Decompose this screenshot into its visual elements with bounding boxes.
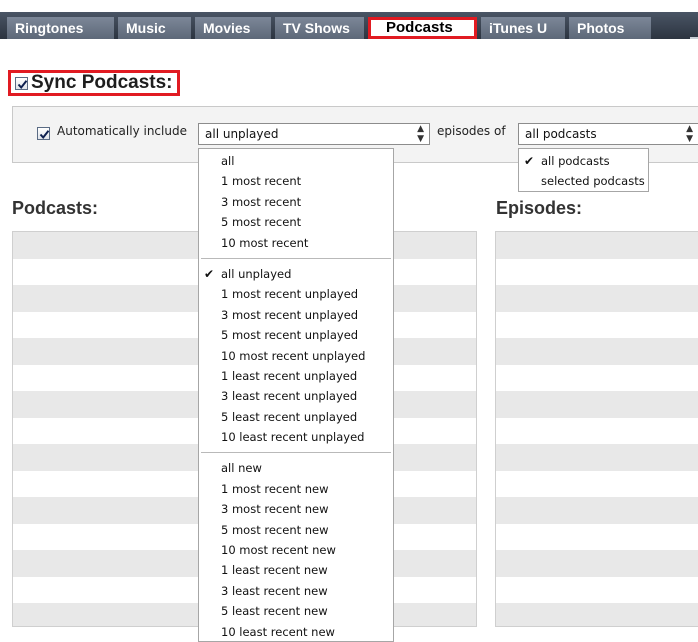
menu-item-3-least-recent-unplayed[interactable]: 3 least recent unplayed [199, 386, 393, 406]
menu-item-5-most-recent-unplayed[interactable]: 5 most recent unplayed [199, 325, 393, 345]
menu-item-1-least-recent-new[interactable]: 1 least recent new [199, 560, 393, 580]
menu-item-label: 1 least recent new [221, 563, 328, 578]
checkmark-icon: ✔ [524, 154, 535, 168]
menu-item-label: all [221, 154, 235, 168]
menu-item-label: 5 most recent new [221, 522, 329, 537]
list-row[interactable] [496, 470, 698, 497]
episodes-of-label: episodes of [437, 124, 506, 138]
list-row[interactable] [496, 417, 698, 444]
include-select[interactable]: all unplayed ▲ ▼ [198, 123, 430, 145]
tab-podcasts[interactable]: Podcasts [368, 17, 477, 39]
menu-item-10-least-recent-new[interactable]: 10 least recent new [199, 622, 393, 642]
menu-item-label: 1 most recent [221, 174, 302, 189]
menu-item-10-most-recent-unplayed[interactable]: 10 most recent unplayed [199, 346, 393, 366]
list-row[interactable] [496, 523, 698, 550]
menu-item-label: 1 most recent new [221, 481, 329, 496]
menu-item-label: 10 most recent new [221, 543, 336, 558]
menu-item-selected-podcasts[interactable]: selected podcasts [519, 171, 648, 191]
menu-item-label: 3 most recent new [221, 502, 329, 517]
list-row[interactable] [496, 550, 698, 577]
tab-movies[interactable]: Movies [195, 17, 271, 39]
menu-item-label: 3 most recent [221, 194, 302, 209]
menu-item-all-podcasts[interactable]: ✔ all podcasts [519, 151, 648, 171]
tab-music[interactable]: Music [118, 17, 191, 39]
tab-photos[interactable]: Photos [569, 17, 651, 39]
auto-include-label: Automatically include [57, 124, 187, 138]
menu-item-3-most-recent-unplayed[interactable]: 3 most recent unplayed [199, 305, 393, 325]
menu-item-3-most-recent[interactable]: 3 most recent [199, 192, 393, 212]
list-row[interactable] [496, 364, 698, 391]
menu-item-label: all new [221, 461, 262, 476]
list-row[interactable] [496, 497, 698, 524]
list-row[interactable] [496, 285, 698, 312]
tab-ringtones[interactable]: Ringtones [7, 17, 114, 39]
menu-item-label: 10 least recent unplayed [221, 430, 365, 445]
menu-item-label: all podcasts [541, 154, 610, 168]
menu-item-all[interactable]: all [199, 151, 393, 171]
checkmark-icon [39, 130, 50, 140]
tab-itunes-u[interactable]: iTunes U [481, 17, 565, 39]
menu-item-label: 5 most recent [221, 215, 302, 230]
menu-item-3-most-recent-new[interactable]: 3 most recent new [199, 499, 393, 519]
include-select-value: all unplayed [205, 127, 279, 141]
sync-podcasts-checkbox[interactable] [15, 76, 28, 90]
list-row[interactable] [496, 444, 698, 471]
podcasts-select[interactable]: all podcasts ▲ ▼ [518, 123, 698, 145]
include-dropdown-menu[interactable]: all 1 most recent 3 most recent 5 most rece… [198, 148, 394, 642]
menu-item-all-unplayed[interactable]: ✔ all unplayed [199, 264, 393, 284]
menu-item-3-least-recent-new[interactable]: 3 least recent new [199, 581, 393, 601]
tab-bar-end [690, 37, 698, 39]
menu-item-label: 1 most recent unplayed [221, 287, 359, 302]
menu-item-label: selected podcasts [541, 174, 645, 189]
sync-podcasts-label: Sync Podcasts: [31, 72, 173, 93]
menu-item-10-most-recent[interactable]: 10 most recent [199, 233, 393, 253]
list-row[interactable] [496, 232, 698, 259]
menu-item-label: 5 least recent new [221, 604, 328, 619]
menu-item-5-least-recent-new[interactable]: 5 least recent new [199, 601, 393, 621]
menu-item-10-least-recent-unplayed[interactable]: 10 least recent unplayed [199, 427, 393, 447]
list-row[interactable] [496, 391, 698, 418]
menu-item-5-most-recent[interactable]: 5 most recent [199, 212, 393, 232]
menu-item-10-most-recent-new[interactable]: 10 most recent new [199, 540, 393, 560]
tab-bar: Ringtones Music Movies TV Shows Podcasts… [0, 12, 698, 39]
menu-item-label: 3 most recent unplayed [221, 307, 359, 322]
podcasts-select-value: all podcasts [525, 127, 597, 141]
menu-item-5-most-recent-new[interactable]: 5 most recent new [199, 520, 393, 540]
menu-item-label: 10 most recent [221, 235, 309, 250]
menu-separator [201, 257, 391, 259]
menu-separator [201, 452, 391, 454]
list-row[interactable] [496, 258, 698, 285]
menu-item-1-most-recent[interactable]: 1 most recent [199, 171, 393, 191]
updown-arrows-icon: ▲ ▼ [686, 124, 693, 144]
auto-include-checkbox[interactable] [37, 127, 50, 140]
updown-arrows-icon: ▲ ▼ [417, 124, 424, 144]
menu-item-label: 5 least recent unplayed [221, 409, 358, 424]
podcasts-dropdown-menu[interactable]: ✔ all podcasts selected podcasts [518, 148, 649, 192]
podcasts-title: Podcasts: [12, 198, 99, 218]
menu-item-label: 3 least recent new [221, 583, 328, 598]
menu-item-label: 1 least recent unplayed [221, 368, 358, 383]
menu-item-label: 10 least recent new [221, 624, 335, 639]
list-row[interactable] [496, 338, 698, 365]
menu-item-label: 3 least recent unplayed [221, 389, 358, 404]
menu-item-5-least-recent-unplayed[interactable]: 5 least recent unplayed [199, 407, 393, 427]
tab-tv-shows[interactable]: TV Shows [275, 17, 364, 39]
menu-item-1-least-recent-unplayed[interactable]: 1 least recent unplayed [199, 366, 393, 386]
menu-item-all-new[interactable]: all new [199, 458, 393, 478]
episodes-list[interactable] [495, 231, 698, 627]
list-row[interactable] [496, 311, 698, 338]
menu-item-label: 5 most recent unplayed [221, 328, 359, 343]
checkmark-icon [17, 79, 28, 89]
list-row[interactable] [496, 576, 698, 603]
episodes-title: Episodes: [496, 198, 583, 218]
menu-item-label: 10 most recent unplayed [221, 348, 366, 363]
sync-podcasts-header[interactable]: Sync Podcasts: [8, 70, 180, 96]
menu-item-label: all unplayed [221, 266, 292, 281]
menu-item-1-most-recent-new[interactable]: 1 most recent new [199, 479, 393, 499]
menu-item-1-most-recent-unplayed[interactable]: 1 most recent unplayed [199, 284, 393, 304]
list-row[interactable] [496, 603, 698, 626]
checkmark-icon: ✔ [204, 266, 215, 281]
